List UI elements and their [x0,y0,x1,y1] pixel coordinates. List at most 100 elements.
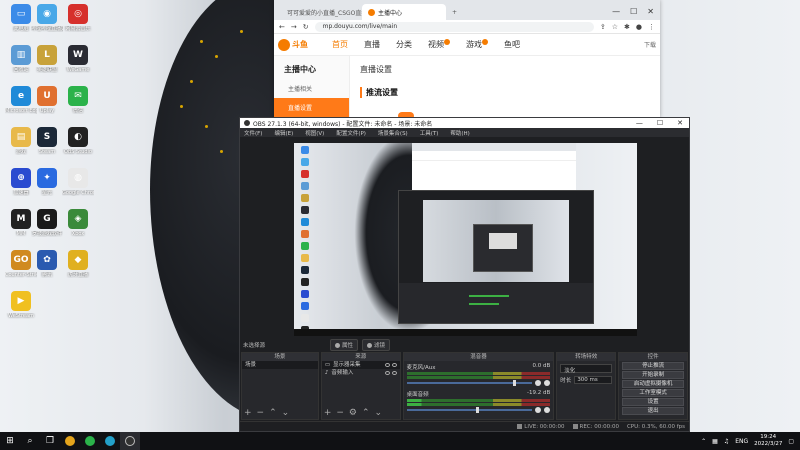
nav-video[interactable]: 视频 [428,39,450,50]
move-up-icon[interactable]: ⌃ [362,409,370,418]
desktop-icon[interactable]: ✉ 微信 [62,86,94,114]
browser-window[interactable]: 可可爱爱的小直播_CSGO直播 主播中心 + — ☐ ✕ ← → ↻ mp.do… [274,0,660,118]
add-icon[interactable]: + [324,409,332,418]
download-link[interactable]: 下载 [644,40,656,49]
obs-menu-item[interactable]: 工具(T) [420,129,439,137]
source-item[interactable]: ♪ 音频输入 [322,369,400,377]
settings-button[interactable]: 设置 [622,398,684,406]
clock[interactable]: 19:24 2022/3/27 [754,434,782,448]
address-bar[interactable]: mp.douyu.com/live/main [314,21,594,32]
studio-mode-button[interactable]: 工作室模式 [622,389,684,397]
desktop-icon[interactable]: G 罗技游戏软件 [31,209,63,237]
close-icon[interactable]: ✕ [647,7,654,16]
speaker-icon[interactable] [535,407,542,413]
gear-icon[interactable] [544,407,551,413]
desktop-icon[interactable]: S Steam [31,127,63,155]
desktop-icon[interactable]: ✦ 星光 [31,168,63,196]
start-button[interactable]: ⊞ [0,432,20,450]
minimize-icon[interactable]: — [636,119,643,127]
obs-menu-item[interactable]: 编辑(E) [274,129,293,137]
new-tab-button[interactable]: + [446,4,460,20]
obs-menu-item[interactable]: 配置文件(P) [336,129,366,137]
move-up-icon[interactable]: ⌃ [269,409,277,418]
live-status: LIVE: 00:00:00 [517,423,565,430]
add-icon[interactable]: + [244,409,252,418]
close-icon[interactable]: ✕ [677,119,683,127]
nav-fishbar[interactable]: 鱼吧 [504,39,520,50]
share-icon[interactable]: ⇪ [600,23,606,31]
stop-streaming-button[interactable]: 停止推流 [622,362,684,370]
menu-icon[interactable]: ⋮ [648,23,655,31]
douyu-logo[interactable]: 斗鱼 [278,38,312,52]
bookmark-star-icon[interactable]: ☆ [612,23,618,31]
browser-tab-1[interactable]: 可可爱爱的小直播_CSGO直播 [278,4,362,20]
slider-knob[interactable] [513,380,517,386]
taskbar-obs[interactable] [120,432,140,450]
visibility-icons[interactable] [384,371,397,375]
gear-icon[interactable] [544,380,551,386]
gear-icon[interactable]: ⚙ [349,409,357,418]
remove-icon[interactable]: − [257,409,265,418]
obs-menu-item[interactable]: 文件(F) [244,129,262,137]
nav-games[interactable]: 游戏 [466,39,488,50]
transition-select[interactable]: 淡化 [560,364,613,374]
duration-input[interactable]: 300 ms [574,376,613,384]
profile-avatar[interactable]: ● [636,23,642,31]
nav-category[interactable]: 分类 [396,39,412,50]
move-down-icon[interactable]: ⌄ [282,409,290,418]
obs-menu-item[interactable]: 帮助(H) [450,129,469,137]
nav-home[interactable]: 首页 [332,39,348,50]
scene-item[interactable]: 场景 [242,361,318,369]
desktop-icon[interactable]: ◐ OBS Studio [62,127,94,155]
obs-preview[interactable] [240,137,689,338]
virtual-camera-button[interactable]: 启动虚拟摄像机 [622,380,684,388]
remove-icon[interactable]: − [336,409,344,418]
desktop-icon[interactable]: ◎ 网易云音乐 [62,4,94,32]
filters-button[interactable]: 滤镜 [362,339,391,351]
desktop-icon[interactable]: U Uplay [31,86,63,114]
speaker-icon[interactable] [535,380,542,386]
task-view-button[interactable]: ❐ [40,432,60,450]
nav-live[interactable]: 直播 [364,39,380,50]
desktop-icon[interactable]: W WeGame [62,45,94,73]
desktop-icon[interactable]: ◈ Xbox [62,209,94,237]
slider-knob[interactable] [475,407,479,413]
obs-menu-item[interactable]: 场景集合(S) [378,129,408,137]
forward-icon[interactable]: → [291,23,297,31]
volume-slider[interactable] [406,380,551,386]
notification-icon[interactable]: ▢ [788,438,794,445]
volume-icon[interactable]: ♫ [724,438,729,445]
tray-overflow-icon[interactable]: ⌃ [701,438,706,445]
extensions-icon[interactable]: ✱ [624,23,630,31]
desktop-icon[interactable]: ◉ 哔哩哔哩直播姬 [31,4,63,32]
taskbar-chrome[interactable] [60,432,80,450]
visibility-icons[interactable] [384,363,397,367]
desktop-icon[interactable]: ▶ WeStream [5,291,37,319]
obs-window[interactable]: OBS 27.1.3 (64-bit, windows) - 配置文件: 未命名… [239,117,690,432]
obs-menu-item[interactable]: 视图(V) [305,129,324,137]
maximize-icon[interactable]: ☐ [630,7,637,16]
exit-button[interactable]: 退出 [622,407,684,415]
desktop-icon[interactable]: L 英雄联盟 [31,45,63,73]
search-button[interactable]: ⌕ [20,432,40,450]
taskbar-wechat[interactable] [80,432,100,450]
sidebar-item-live-settings[interactable]: 直播设置 [274,98,349,117]
minimize-icon[interactable]: — [612,7,620,16]
desktop-icon[interactable]: ◍ Google Chrome [62,168,94,196]
properties-button[interactable]: 属性 [330,339,359,351]
network-icon[interactable]: ▦ [712,438,718,445]
move-down-icon[interactable]: ⌄ [375,409,383,418]
desktop-icon[interactable]: ◆ 虎牙直播 [62,250,94,278]
volume-slider[interactable] [406,407,551,413]
sidebar-item-anchor[interactable]: 主播相关 [274,79,349,98]
back-icon[interactable]: ← [279,23,285,31]
taskbar-app[interactable] [100,432,120,450]
start-recording-button[interactable]: 开始录制 [622,371,684,379]
browser-tab-2[interactable]: 主播中心 [362,4,446,20]
maximize-icon[interactable]: ☐ [657,119,663,127]
ime-indicator[interactable]: ENG [735,438,748,445]
desktop-icon[interactable]: ✿ 腾讯 [31,250,63,278]
source-item[interactable]: ▭ 显示器采集 [321,361,400,369]
gear-icon [335,342,340,348]
reload-icon[interactable]: ↻ [303,23,309,31]
